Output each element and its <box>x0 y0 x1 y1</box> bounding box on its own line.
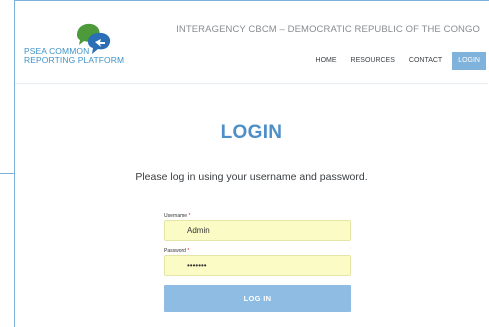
login-form: Username * Password * LOG IN <box>164 212 351 312</box>
login-page: LOGIN Please log in using your username … <box>15 84 488 327</box>
frame-stub-line <box>0 173 15 174</box>
password-label-text: Password <box>164 248 186 254</box>
nav-home[interactable]: HOME <box>309 52 344 70</box>
nav-contact[interactable]: CONTACT <box>402 52 449 70</box>
page-title: LOGIN <box>220 122 283 143</box>
nav-login[interactable]: LOGIN <box>452 52 486 70</box>
username-label: Username * <box>164 212 351 220</box>
username-label-text: Username <box>164 213 188 219</box>
logo-text-line2: REPORTING PLATFORM <box>24 55 125 65</box>
required-marker: * <box>188 213 191 219</box>
username-field[interactable] <box>164 220 351 241</box>
required-marker: * <box>187 248 190 254</box>
password-label: Password * <box>164 247 351 255</box>
login-button[interactable]: LOG IN <box>164 285 351 312</box>
nav-resources[interactable]: RESOURCES <box>344 52 402 70</box>
login-instructions: Please log in using your username and pa… <box>135 171 368 183</box>
site-logo[interactable]: PSEA COMMON REPORTING PLATFORM <box>24 23 134 71</box>
password-field[interactable] <box>164 255 351 276</box>
main-nav: HOME RESOURCES CONTACT LOGIN <box>309 52 488 70</box>
site-header: PSEA COMMON REPORTING PLATFORM INTERAGEN… <box>15 1 488 84</box>
org-title: INTERAGENCY CBCM – DEMOCRATIC REPUBLIC O… <box>176 24 480 35</box>
